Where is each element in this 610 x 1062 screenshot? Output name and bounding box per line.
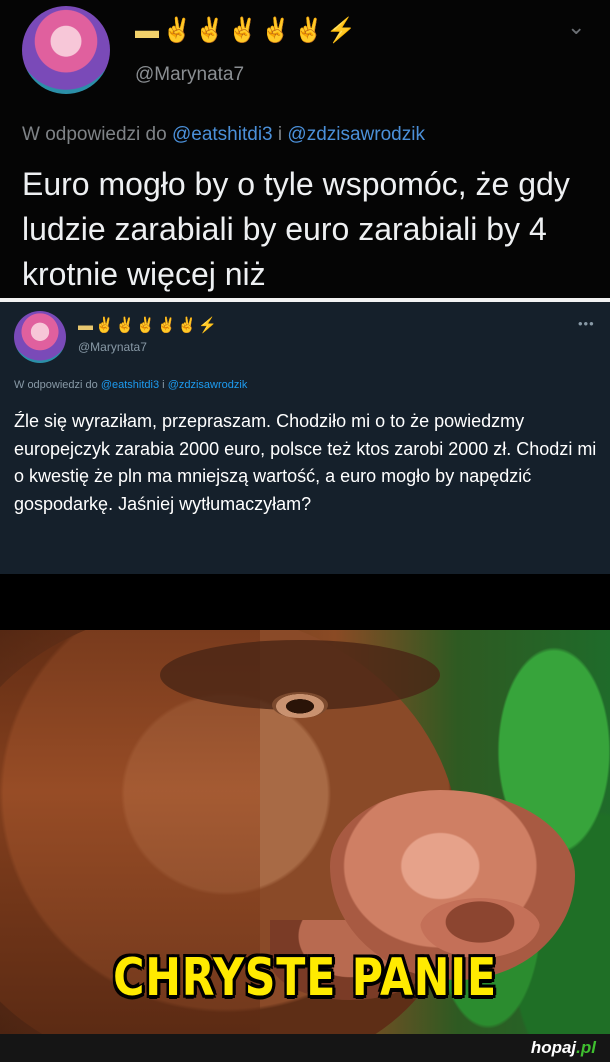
display-name-emoji: ▬✌✌✌✌✌⚡ <box>78 317 220 334</box>
user-handle[interactable]: @Marynata7 <box>135 64 244 86</box>
tweet-text: Źle się wyraziłam, przepraszam. Chodziło… <box>14 411 597 514</box>
logo-tld: pl <box>580 1038 596 1057</box>
meme-caption-text: CHRYSTE PANIE <box>113 948 497 1008</box>
tweet-reply: ▬✌✌✌✌✌⚡ @Marynata7 ••• W odpowiedzi do @… <box>0 302 610 574</box>
avatar[interactable] <box>14 311 66 363</box>
spacer-band <box>0 574 610 630</box>
logo-main: hopaj <box>530 1038 577 1057</box>
mention-link[interactable]: @eatshitdi3 <box>101 379 159 391</box>
tweet-top: ▬✌✌✌✌✌⚡ @Marynata7 ⌄ W odpowiedzi do @ea… <box>0 0 610 298</box>
reply-join: i <box>277 124 283 145</box>
monkey-eye <box>272 692 328 718</box>
reply-prefix: W odpowiedzi do <box>22 124 167 145</box>
meme-image: CHRYSTE PANIE <box>0 630 610 1034</box>
reply-join: i <box>162 379 165 391</box>
avatar[interactable] <box>22 6 110 94</box>
meme-caption: CHRYSTE PANIE <box>0 948 610 1008</box>
more-dots-icon[interactable]: ••• <box>578 316 595 331</box>
chevron-down-icon[interactable]: ⌄ <box>567 14 585 40</box>
footer-bar: hopaj.pl <box>0 1034 610 1062</box>
mention-link[interactable]: @eatshitdi3 <box>172 124 273 145</box>
reply-context: W odpowiedzi do @eatshitdi3 i @zdzisawro… <box>14 379 247 391</box>
display-name-emoji: ▬✌✌✌✌✌⚡ <box>135 17 360 44</box>
site-logo[interactable]: hopaj.pl <box>531 1038 596 1058</box>
reply-prefix: W odpowiedzi do <box>14 379 98 391</box>
mention-link[interactable]: @zdzisawrodzik <box>287 124 425 145</box>
tweet-text: Euro mogło by o tyle wspomóc, że gdy lud… <box>22 166 570 292</box>
reply-context: W odpowiedzi do @eatshitdi3 i @zdzisawro… <box>22 124 425 146</box>
mention-link[interactable]: @zdzisawrodzik <box>168 379 248 391</box>
user-handle[interactable]: @Marynata7 <box>78 340 147 354</box>
